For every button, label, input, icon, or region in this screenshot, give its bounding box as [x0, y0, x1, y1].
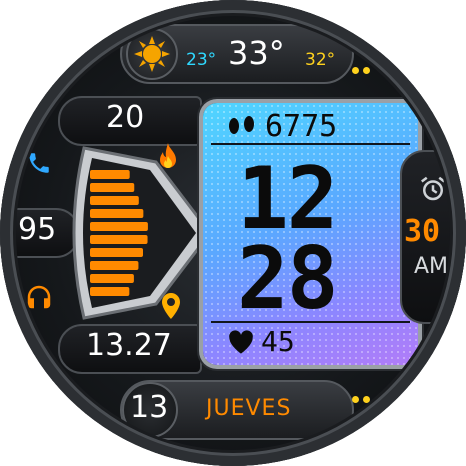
current-temp: 33° — [228, 34, 285, 72]
weekday-label: JUEVES — [206, 396, 292, 421]
left-middle-value: 95 — [18, 212, 57, 247]
gauge-bar — [90, 209, 144, 218]
heart-rate-value: 45 — [261, 325, 295, 358]
high-temp: 32° — [305, 50, 336, 70]
indicator-dot — [352, 396, 359, 403]
separator — [211, 143, 410, 145]
gauge-bar — [90, 287, 130, 296]
gauge-bar — [90, 261, 139, 270]
gauge-bar — [90, 248, 143, 257]
steps-icon — [225, 115, 259, 141]
seconds-display: 30 — [404, 214, 441, 249]
left-top-value: 20 — [106, 100, 145, 135]
sun-icon — [126, 28, 178, 80]
headphones-icon[interactable] — [24, 282, 54, 316]
indicator-dot — [352, 67, 359, 74]
gauge-bar — [90, 183, 135, 192]
gauge-bar — [90, 235, 148, 244]
gauge-bar — [90, 274, 134, 283]
gauge-bar — [90, 222, 148, 231]
main-display: 6775 12 28 45 — [203, 103, 418, 365]
left-bottom-value: 13.27 — [86, 328, 172, 363]
battery-gauge — [72, 146, 212, 320]
separator — [211, 321, 410, 323]
ampm-indicator: AM — [414, 254, 449, 279]
indicator-dot — [363, 67, 370, 74]
indicator-dot — [363, 396, 370, 403]
phone-icon[interactable] — [26, 150, 52, 180]
gauge-bar — [90, 196, 139, 205]
steps-value: 6775 — [265, 109, 338, 144]
day-number: 13 — [130, 390, 169, 425]
minute-display: 28 — [237, 229, 339, 329]
alarm-clock-icon[interactable] — [418, 174, 448, 208]
low-temp: 23° — [186, 50, 217, 70]
gauge-bar — [90, 170, 130, 179]
heart-icon — [227, 329, 255, 359]
watch-face: 23° 33° 32° 20 95 13.27 6775 12 28 45 30… — [0, 0, 466, 466]
